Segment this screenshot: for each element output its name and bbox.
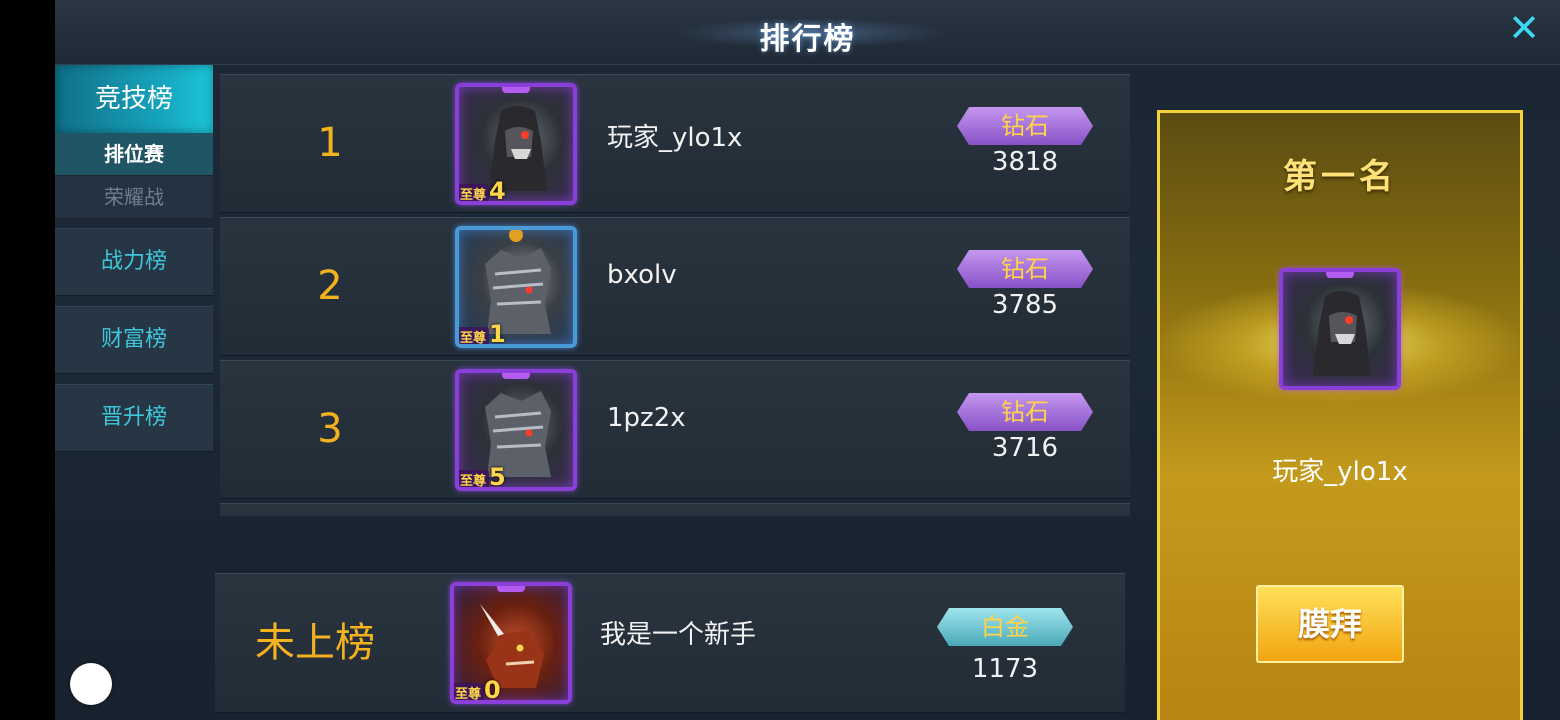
rank-number: 3 xyxy=(317,406,343,452)
player-name: 1pz2x xyxy=(607,403,686,433)
tier-label: 至尊 xyxy=(459,327,490,344)
frame-gem xyxy=(502,373,530,379)
first-place-panel: 第一名 玩家_ylo1x 膜拜 xyxy=(1157,110,1523,720)
leaderboard-row[interactable]: 1 至尊 4 玩家_ylo1x 钻石 3818 xyxy=(220,74,1130,213)
tier-number: 4 xyxy=(489,177,506,205)
rank-number: 2 xyxy=(317,263,343,309)
close-icon[interactable]: ✕ xyxy=(1506,9,1542,47)
my-name: 我是一个新手 xyxy=(600,620,757,650)
tier-number: 0 xyxy=(484,676,501,704)
player-name: 玩家_ylo1x xyxy=(607,123,743,153)
my-rank: 未上榜 xyxy=(255,620,375,666)
screen-left-edge xyxy=(0,0,55,720)
player-avatar[interactable]: 至尊 1 xyxy=(455,226,577,348)
my-avatar[interactable]: 至尊 0 xyxy=(450,582,572,704)
tier-label: 至尊 xyxy=(459,470,490,487)
tab-arena[interactable]: 竞技榜 xyxy=(55,65,213,133)
leaderboard-row-partial[interactable] xyxy=(220,503,1130,516)
leaderboard-row[interactable]: 2 至尊 1 bxolv 钻石 3785 xyxy=(220,217,1130,356)
frame-gem xyxy=(497,586,525,592)
frame-gem xyxy=(1326,272,1354,278)
player-avatar[interactable]: 至尊 4 xyxy=(455,83,577,205)
rank-number: 1 xyxy=(317,120,343,166)
first-place-title: 第一名 xyxy=(1283,157,1397,197)
category-sidebar: 竞技榜 排位赛 荣耀战 战力榜 财富榜 晋升榜 xyxy=(55,65,213,452)
leaderboard-screen: 排行榜 ✕ 竞技榜 排位赛 荣耀战 战力榜 财富榜 晋升榜 1 至尊 4 玩家_… xyxy=(55,0,1560,720)
champion-avatar[interactable] xyxy=(1279,268,1401,390)
tier-label: 至尊 xyxy=(454,683,485,700)
page-title: 排行榜 xyxy=(759,22,856,57)
frame-gem xyxy=(509,230,523,242)
tab-promotion[interactable]: 晋升榜 xyxy=(55,384,213,452)
floating-assist-button[interactable] xyxy=(70,663,112,705)
subtab-ranked[interactable]: 排位赛 xyxy=(55,133,213,175)
player-score: 3785 xyxy=(991,290,1059,320)
monster-portrait xyxy=(1313,291,1371,376)
tier-number: 1 xyxy=(489,320,506,348)
leaderboard-list[interactable]: 1 至尊 4 玩家_ylo1x 钻石 3818 2 至尊 1 bxolv 钻石 … xyxy=(220,74,1130,516)
champion-name: 玩家_ylo1x xyxy=(1272,457,1408,487)
subtab-glory[interactable]: 荣耀战 xyxy=(55,175,213,218)
header-bar: 排行榜 ✕ xyxy=(55,0,1560,65)
frame-gem xyxy=(502,87,530,93)
rank-tier-badge: 钻石 xyxy=(957,107,1093,145)
rank-tier-badge: 钻石 xyxy=(957,393,1093,431)
tier-number: 5 xyxy=(489,463,506,491)
player-avatar[interactable]: 至尊 5 xyxy=(455,369,577,491)
my-tier-badge: 白金 xyxy=(937,608,1073,646)
my-rank-row: 未上榜 至尊 0 我是一个新手 白金 1173 xyxy=(215,573,1125,713)
my-score: 1173 xyxy=(971,654,1039,684)
tab-wealth[interactable]: 财富榜 xyxy=(55,306,213,374)
tier-label: 至尊 xyxy=(459,184,490,201)
player-name: bxolv xyxy=(607,260,677,290)
player-score: 3716 xyxy=(991,433,1059,463)
worship-button[interactable]: 膜拜 xyxy=(1256,585,1404,663)
tab-power[interactable]: 战力榜 xyxy=(55,228,213,296)
rank-tier-badge: 钻石 xyxy=(957,250,1093,288)
leaderboard-row[interactable]: 3 至尊 5 1pz2x 钻石 3716 xyxy=(220,360,1130,499)
player-score: 3818 xyxy=(991,147,1059,177)
